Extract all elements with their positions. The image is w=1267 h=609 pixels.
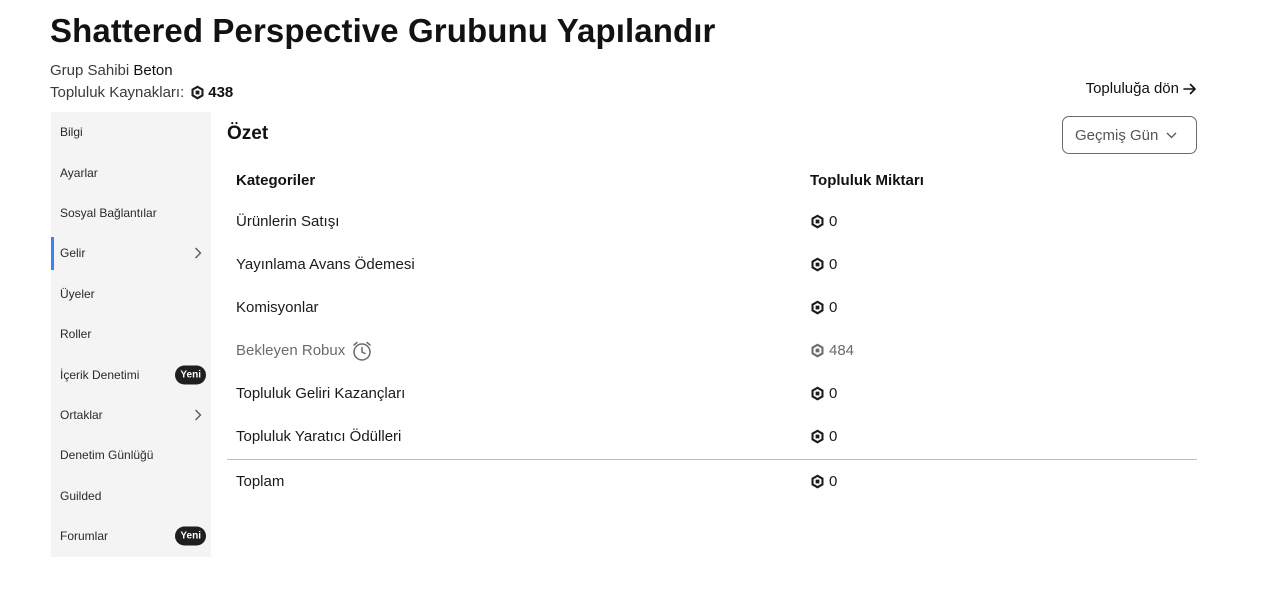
category-cell: Topluluk Yaratıcı Ödülleri	[236, 428, 402, 445]
back-link-label: Topluluğa dön	[1085, 80, 1179, 97]
robux-icon	[190, 85, 205, 100]
robux-icon	[810, 343, 825, 358]
robux-icon	[810, 474, 825, 489]
table-row: Topluluk Geliri Kazançları 0	[227, 372, 1197, 415]
table-row: Yayınlama Avans Ödemesi 0	[227, 243, 1197, 286]
chevron-right-icon	[195, 247, 202, 259]
sidebar-item-forums[interactable]: Forumlar Yeni	[51, 516, 211, 556]
category-cell: Komisyonlar	[236, 299, 319, 316]
amount-cell: 0	[829, 385, 838, 402]
category-cell: Topluluk Geliri Kazançları	[236, 385, 406, 402]
sidebar-item-label: Ayarlar	[60, 165, 98, 180]
robux-icon	[810, 257, 825, 272]
page-title: Shattered Perspective Grubunu Yapılandır	[50, 12, 716, 49]
owner-name-link[interactable]: Beton	[133, 62, 172, 79]
amount-cell: 0	[829, 256, 838, 273]
sidebar-item-roles[interactable]: Roller	[51, 314, 211, 354]
revenue-summary-table: Kategoriler Topluluk Miktarı Ürünlerin S…	[227, 160, 1197, 502]
sidebar-item-label: Bilgi	[60, 125, 83, 140]
sidebar-item-label: İçerik Denetimi	[60, 367, 140, 382]
chevron-right-icon	[195, 409, 202, 421]
column-header-amount: Topluluk Miktarı	[810, 171, 924, 189]
sidebar-item-revenue[interactable]: Gelir	[51, 233, 211, 273]
total-row: Toplam 0	[227, 460, 1197, 502]
table-row-pending: Bekleyen Robux 484	[227, 329, 1197, 372]
sidebar-item-label: Üyeler	[60, 286, 95, 301]
sidebar-item-info[interactable]: Bilgi	[51, 112, 211, 152]
column-header-category: Kategoriler	[236, 171, 316, 189]
owner-label: Grup Sahibi	[50, 62, 130, 79]
sidebar-item-label: Denetim Günlüğü	[60, 448, 154, 463]
sidebar-item-members[interactable]: Üyeler	[51, 274, 211, 314]
sidebar-item-label: Gelir	[60, 246, 86, 261]
sidebar-item-label: Roller	[60, 327, 92, 342]
summary-title: Özet	[227, 123, 269, 144]
sidebar-item-affiliates[interactable]: Ortaklar	[51, 395, 211, 435]
sidebar-item-social-links[interactable]: Sosyal Bağlantılar	[51, 193, 211, 233]
total-label: Toplam	[236, 472, 285, 490]
table-row: Ürünlerin Satışı 0	[227, 200, 1197, 243]
category-cell: Yayınlama Avans Ödemesi	[236, 256, 415, 273]
robux-icon	[810, 214, 825, 229]
back-to-group-link[interactable]: Topluluğa dön	[1086, 80, 1197, 97]
sidebar-nav: Bilgi Ayarlar Sosyal Bağlantılar Gelir Ü…	[51, 112, 211, 557]
table-row: Topluluk Yaratıcı Ödülleri 0	[227, 415, 1197, 458]
total-amount: 0	[829, 472, 838, 490]
sidebar-item-settings[interactable]: Ayarlar	[51, 152, 211, 192]
sidebar-item-guilded[interactable]: Guilded	[51, 476, 211, 516]
new-badge: Yeni	[175, 365, 206, 385]
time-range-dropdown[interactable]: Geçmiş Gün	[1062, 116, 1197, 154]
sidebar-item-audit-log[interactable]: Denetim Günlüğü	[51, 435, 211, 475]
chevron-down-icon	[1166, 132, 1177, 138]
funds-amount: 438	[208, 84, 234, 101]
table-row: Komisyonlar 0	[227, 286, 1197, 329]
category-cell: Ürünlerin Satışı	[236, 213, 340, 230]
sidebar-item-label: Forumlar	[60, 529, 109, 544]
sidebar-item-label: Ortaklar	[60, 407, 103, 422]
amount-cell: 0	[829, 428, 838, 445]
robux-icon	[810, 386, 825, 401]
robux-icon	[810, 429, 825, 444]
amount-cell: 0	[829, 213, 838, 230]
table-header-row: Kategoriler Topluluk Miktarı	[227, 160, 1197, 200]
sidebar-item-label: Sosyal Bağlantılar	[60, 205, 157, 220]
category-cell: Bekleyen Robux	[236, 342, 346, 359]
clock-icon[interactable]	[351, 340, 373, 362]
new-badge: Yeni	[175, 526, 206, 546]
funds-label: Topluluk Kaynakları:	[50, 84, 185, 101]
time-range-value: Geçmiş Gün	[1075, 126, 1159, 144]
amount-cell: 0	[829, 299, 838, 316]
robux-icon	[810, 300, 825, 315]
group-owner-line: Grup Sahibi Beton	[50, 62, 173, 79]
group-funds-line: Topluluk Kaynakları: 438	[50, 84, 233, 101]
sidebar-item-label: Guilded	[60, 488, 102, 503]
amount-cell: 484	[829, 342, 855, 359]
sidebar-item-content-moderation[interactable]: İçerik Denetimi Yeni	[51, 354, 211, 394]
arrow-right-icon	[1183, 83, 1196, 94]
